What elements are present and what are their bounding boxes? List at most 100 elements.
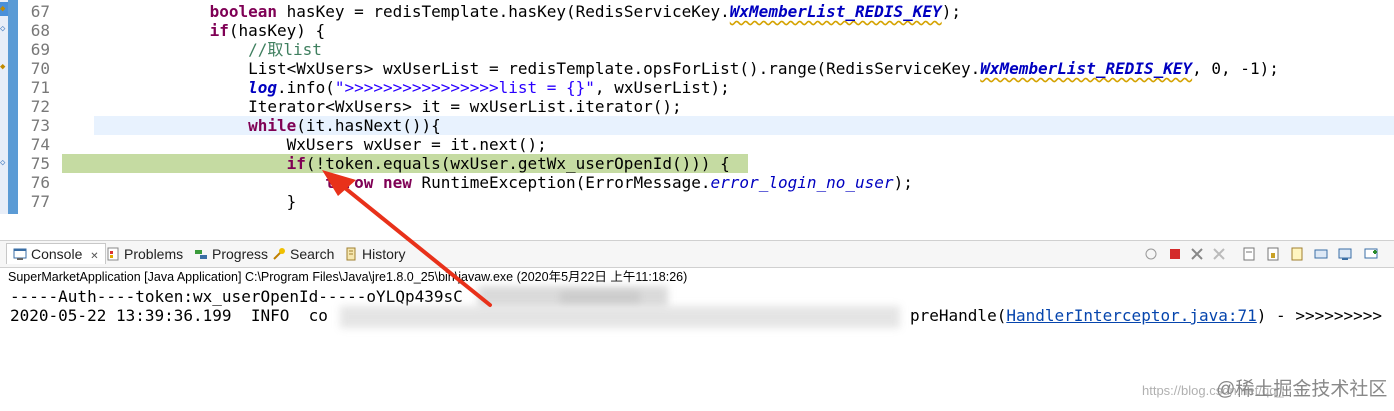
code-editor[interactable]: ◆ ◇ ◆ ◇ 67 boolean hasKey = redisTemplat… <box>0 0 1394 214</box>
code-token: (it.hasNext()){ <box>296 116 441 135</box>
tab-search-label: Search <box>290 246 335 262</box>
open-console-icon[interactable] <box>1364 247 1378 261</box>
line-number: 71 <box>30 78 50 97</box>
line-number: 69 <box>30 40 50 59</box>
tab-history[interactable]: History <box>344 244 406 264</box>
code-token: List<WxUsers> wxUserList = redisTemplate… <box>248 59 981 78</box>
code-line[interactable]: 72 Iterator<WxUsers> it = wxUserList.ite… <box>18 97 1394 116</box>
search-icon <box>272 246 286 260</box>
code-token: ">>>>>>>>>>>>>>>>list = {}" <box>334 78 595 97</box>
code-token: new <box>383 173 412 192</box>
tab-progress[interactable]: Progress <box>194 244 268 264</box>
code-line[interactable]: 76 throw new RuntimeException(ErrorMessa… <box>18 173 1394 192</box>
line-number: 68 <box>30 21 50 40</box>
progress-icon <box>194 246 208 260</box>
code-token: , wxUserList); <box>594 78 730 97</box>
terminate-icon[interactable] <box>1168 247 1182 261</box>
code-line[interactable]: 68 if(hasKey) { <box>18 21 1394 40</box>
clear-console-icon[interactable] <box>1242 247 1256 261</box>
tab-history-label: History <box>362 246 406 262</box>
scroll-lock-icon[interactable] <box>1266 247 1280 261</box>
pin-console-icon[interactable] <box>1314 247 1328 261</box>
tab-problems-label: Problems <box>124 246 184 262</box>
code-token: (hasKey) { <box>228 21 326 40</box>
code-token: throw <box>325 173 374 192</box>
close-icon[interactable]: ✕ <box>90 251 98 262</box>
code-token: Iterator<WxUsers> it = wxUserList.iterat… <box>248 97 682 116</box>
code-token: boolean <box>209 2 278 21</box>
code-token: ); <box>941 2 961 21</box>
line-number: 73 <box>18 116 94 135</box>
code-token: , 0, -1); <box>1192 59 1279 78</box>
code-token: (!token.equals(wxUser.getWx_userOpenId()… <box>305 154 730 173</box>
word-wrap-icon[interactable] <box>1290 247 1304 261</box>
horizontal-scrollbar[interactable]: < <box>60 213 1394 214</box>
code-token: } <box>286 192 297 211</box>
code-line[interactable]: 74 WxUsers wxUser = it.next(); <box>18 135 1394 154</box>
history-icon <box>344 246 358 261</box>
display-console-icon[interactable] <box>1338 247 1352 261</box>
code-line[interactable]: 73 while(it.hasNext()){ <box>18 116 1394 135</box>
tab-console[interactable]: Console ✕ <box>6 243 106 264</box>
remove-all-icon[interactable] <box>1212 247 1226 261</box>
tab-progress-label: Progress <box>212 246 269 262</box>
code-token: WxMemberList_REDIS_KEY <box>729 2 942 21</box>
view-tab-bar: Console ✕ Problems Progress Search Histo… <box>0 240 1394 268</box>
console-output-line: 2020-05-22 13:39:36.199 INFO co <box>10 306 328 326</box>
line-number: 67 <box>30 2 50 21</box>
code-token: if <box>209 21 229 40</box>
stacktrace-link[interactable]: HandlerInterceptor.java:71 <box>1006 306 1256 325</box>
code-token: WxUsers wxUser = it.next(); <box>286 135 547 154</box>
code-line[interactable]: 70 List<WxUsers> wxUserList = redisTempl… <box>18 59 1394 78</box>
line-number: 75 <box>30 154 50 173</box>
console-output-text: ) - >>>>>>>>> <box>1256 306 1383 325</box>
line-number: 76 <box>30 173 50 192</box>
console-output-text: -----Auth----token:wx_userOpenId-----oYL… <box>10 287 463 306</box>
line-number: 70 <box>30 59 50 78</box>
code-line[interactable]: 71 log.info(">>>>>>>>>>>>>>>>list = {}",… <box>18 78 1394 97</box>
code-line[interactable]: 75 if(!token.equals(wxUser.getWx_userOpe… <box>18 154 1394 173</box>
remove-terminated-icon[interactable] <box>1190 247 1204 261</box>
remove-launch-icon[interactable] <box>1144 247 1158 261</box>
console-launch-description: SuperMarketApplication [Java Application… <box>8 270 688 284</box>
scroll-left-icon[interactable]: < <box>60 213 67 214</box>
code-line[interactable]: 67 boolean hasKey = redisTemplate.hasKey… <box>18 2 1394 21</box>
console-output-line: -----Auth----token:wx_userOpenId-----oYL… <box>10 287 463 307</box>
code-token: .info( <box>277 78 335 97</box>
code-token: log <box>248 78 278 97</box>
code-token: if <box>286 154 306 173</box>
console-output-text: 2020-05-22 13:39:36.199 INFO co <box>10 306 328 325</box>
redacted-region <box>560 292 640 302</box>
change-ruler <box>8 0 18 214</box>
code-token: //取list <box>248 40 322 59</box>
code-token: RuntimeException(ErrorMessage. <box>411 173 711 192</box>
redacted-region <box>340 306 900 328</box>
code-token: WxMemberList_REDIS_KEY <box>980 59 1193 78</box>
code-line[interactable]: 77 } <box>18 192 1394 211</box>
problems-icon <box>106 246 120 261</box>
tab-console-label: Console <box>31 246 83 262</box>
watermark: https://blog.csdn.net/qq_ @稀土掘金技术社区 <box>1142 374 1387 401</box>
code-token: ); <box>893 173 913 192</box>
code-token: while <box>248 116 297 135</box>
line-number: 74 <box>30 135 50 154</box>
console-output-text: preHandle( <box>910 306 1007 325</box>
line-number: 77 <box>30 192 50 211</box>
code-line[interactable]: 69 //取list <box>18 40 1394 59</box>
tab-search[interactable]: Search <box>272 244 334 264</box>
code-token: error_login_no_user <box>710 173 894 192</box>
watermark-brand: @稀土掘金技术社区 <box>1216 379 1388 400</box>
tab-problems[interactable]: Problems <box>106 244 183 264</box>
